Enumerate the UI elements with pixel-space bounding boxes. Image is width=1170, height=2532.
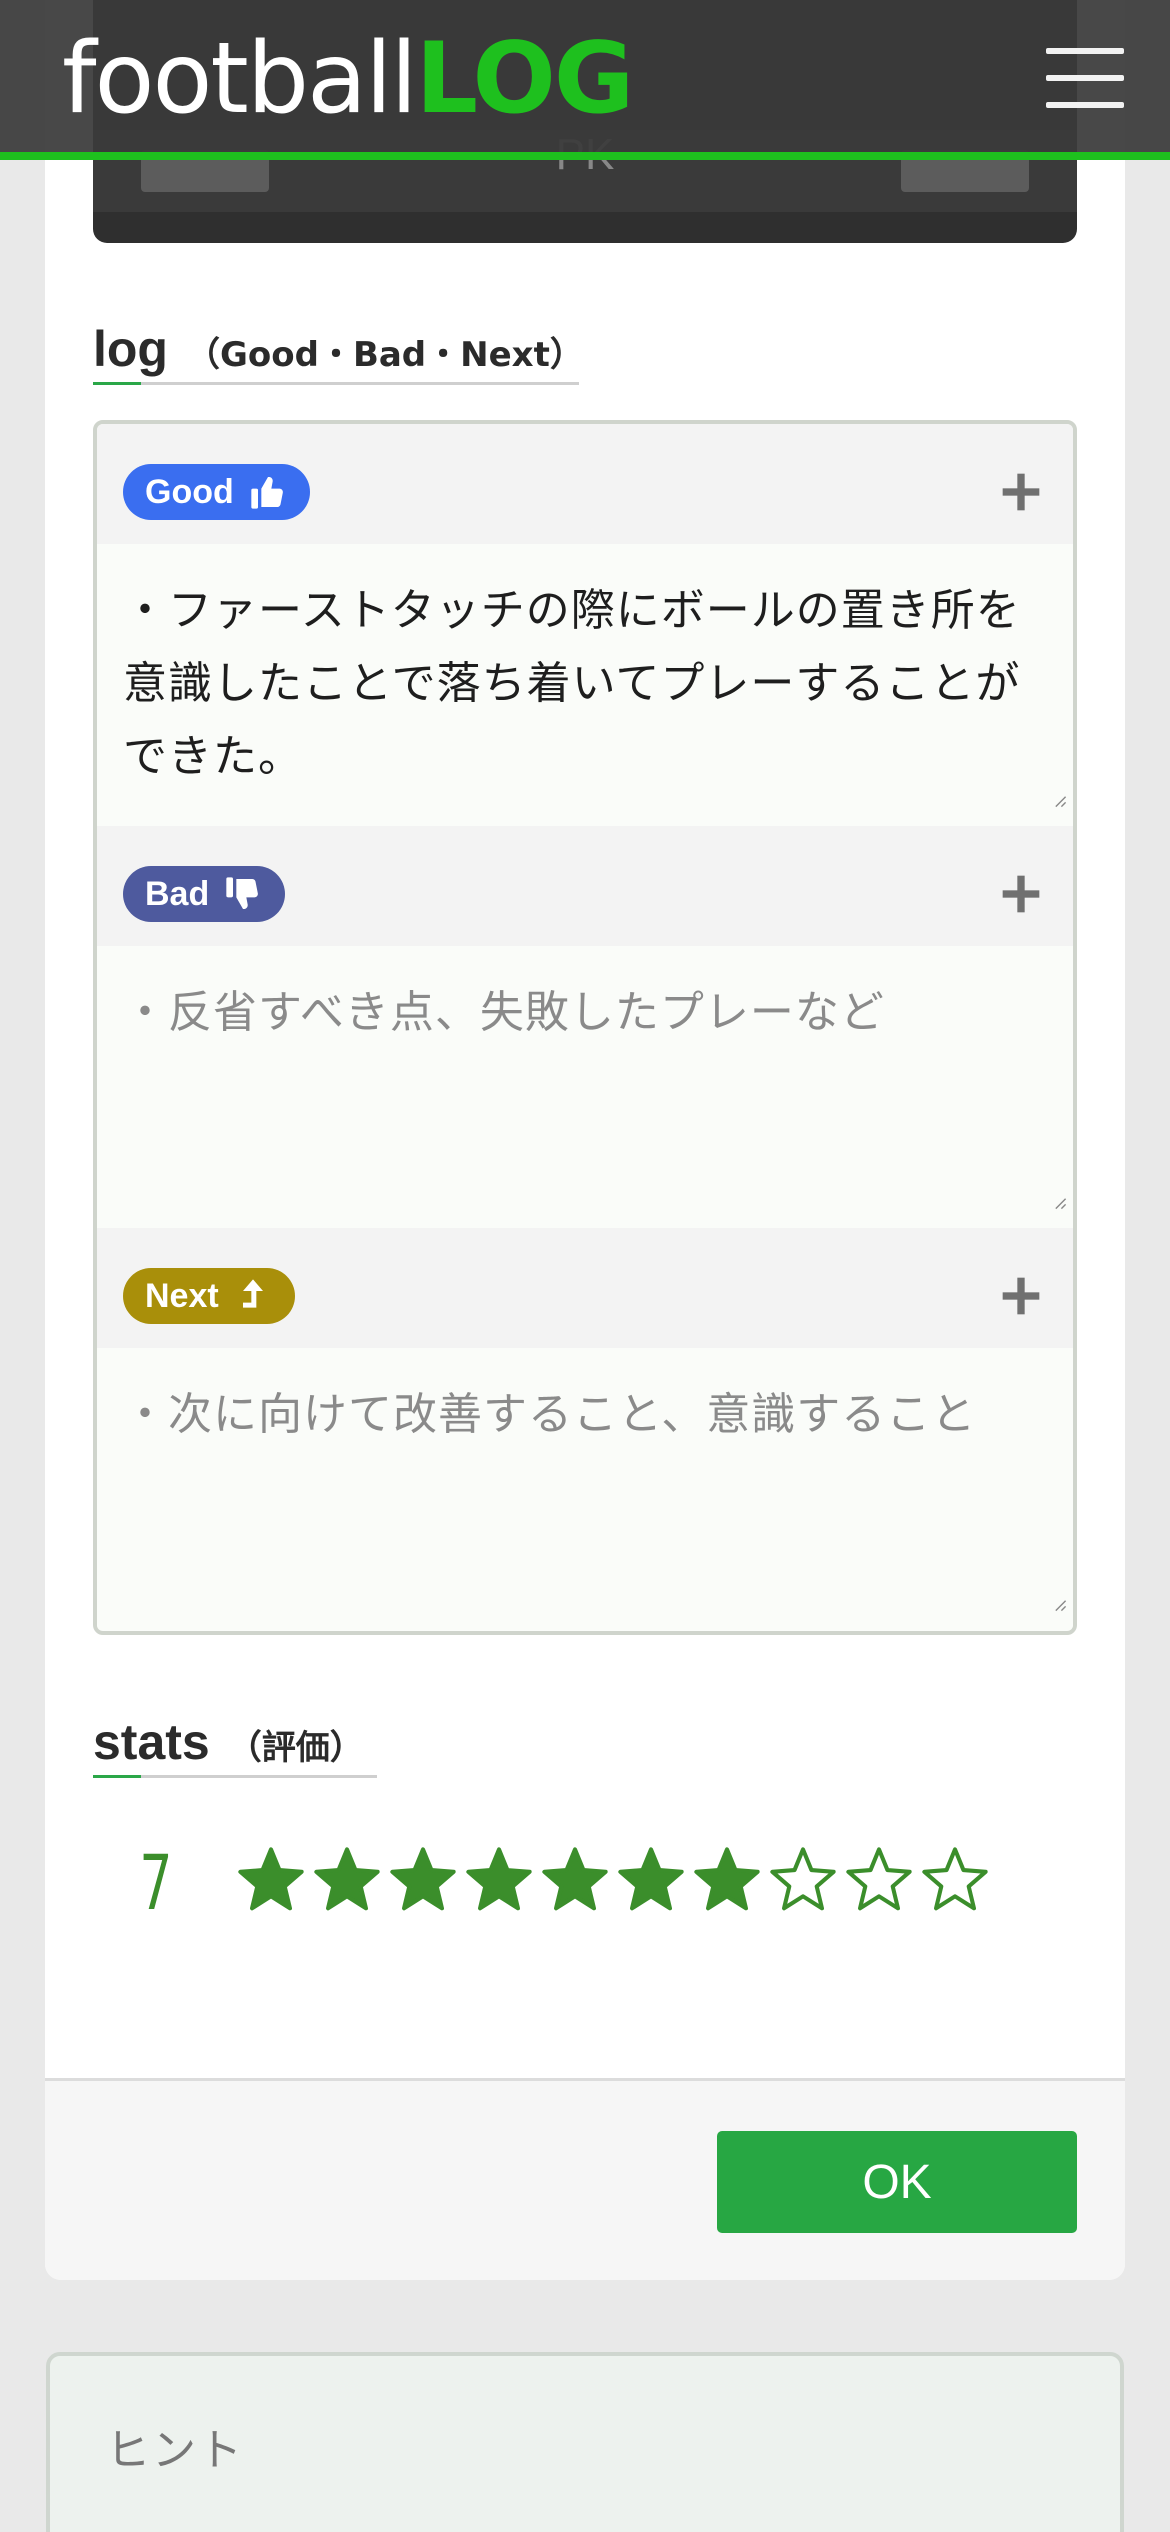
hamburger-icon[interactable] [1046, 48, 1124, 108]
good-add-button[interactable] [991, 462, 1051, 522]
bad-badge-label: Bad [145, 874, 210, 913]
thumbs-up-icon [251, 477, 283, 509]
next-textarea[interactable]: ・次に向けて改善すること、意識すること [97, 1348, 1073, 1630]
hint-card: ヒント [46, 2352, 1124, 2532]
next-add-button[interactable] [991, 1266, 1051, 1326]
hint-title: ヒント [106, 2425, 244, 2476]
star-empty-icon[interactable] [844, 1845, 914, 1915]
log-box: Good ・ファーストタッチの際にボールの置き所を意識したことで落ち着いてプレー… [93, 420, 1077, 1635]
resize-grip-icon[interactable] [1053, 1598, 1067, 1612]
star-filled-icon[interactable] [388, 1845, 458, 1915]
log-heading-subtitle: （Good・Bad・Next） [185, 335, 584, 375]
next-badge: Next [123, 1268, 295, 1324]
star-filled-icon[interactable] [464, 1845, 534, 1915]
stats-section-heading: stats （評価） [93, 1713, 377, 1778]
log-modal: PK log （Good・Bad・Next） Good [45, 0, 1125, 2280]
good-badge: Good [123, 464, 310, 520]
thumbs-down-icon [226, 877, 259, 909]
plus-icon [1002, 1277, 1040, 1315]
star-filled-icon[interactable] [540, 1845, 610, 1915]
star-filled-icon[interactable] [692, 1845, 762, 1915]
bad-badge: Bad [123, 866, 286, 922]
log-section-heading: log （Good・Bad・Next） [93, 320, 584, 385]
log-heading-title: log [93, 321, 168, 377]
good-textarea[interactable]: ・ファーストタッチの際にボールの置き所を意識したことで落ち着いてプレーすることが… [97, 544, 1073, 826]
plus-icon [1002, 875, 1040, 913]
bad-row-header: Bad [97, 826, 1073, 946]
next-row: Next ・次に向けて改善すること、意識すること [97, 1228, 1073, 1630]
next-placeholder: ・次に向けて改善すること、意識すること [123, 1389, 977, 1440]
rating-number: 7 [140, 1838, 173, 1927]
star-empty-icon[interactable] [768, 1845, 838, 1915]
star-filled-icon[interactable] [312, 1845, 382, 1915]
bad-add-button[interactable] [991, 864, 1051, 924]
arrow-up-icon [242, 1279, 263, 1308]
stats-heading-subtitle: （評価） [227, 1728, 364, 1768]
page: PK log （Good・Bad・Next） Good [0, 0, 1170, 2532]
good-badge-label: Good [145, 472, 234, 511]
modal-footer: OK [45, 2078, 1125, 2280]
plus-icon [1002, 473, 1040, 511]
app-logo[interactable]: footballLOG [62, 22, 635, 136]
ok-button[interactable]: OK [717, 2131, 1077, 2233]
app-header: footballLOG [0, 0, 1170, 160]
bad-placeholder: ・反省すべき点、失敗したプレーなど [123, 987, 885, 1038]
star-empty-icon[interactable] [920, 1845, 990, 1915]
stats-heading-title: stats [93, 1714, 210, 1770]
star-rating[interactable] [236, 1845, 990, 1915]
resize-grip-icon[interactable] [1053, 1196, 1067, 1210]
star-filled-icon[interactable] [616, 1845, 686, 1915]
logo-football: football [62, 22, 418, 136]
resize-grip-icon[interactable] [1053, 794, 1067, 808]
next-badge-label: Next [145, 1276, 219, 1315]
bad-row: Bad ・反省すべき点、失敗したプレーなど [97, 826, 1073, 1228]
good-row-header: Good [97, 424, 1073, 544]
bad-textarea[interactable]: ・反省すべき点、失敗したプレーなど [97, 946, 1073, 1228]
logo-log: LOG [415, 22, 635, 136]
good-row: Good ・ファーストタッチの際にボールの置き所を意識したことで落ち着いてプレー… [97, 424, 1073, 826]
good-text: ・ファーストタッチの際にボールの置き所を意識したことで落ち着いてプレーすることが… [123, 585, 1021, 782]
next-row-header: Next [97, 1228, 1073, 1348]
star-filled-icon[interactable] [236, 1845, 306, 1915]
